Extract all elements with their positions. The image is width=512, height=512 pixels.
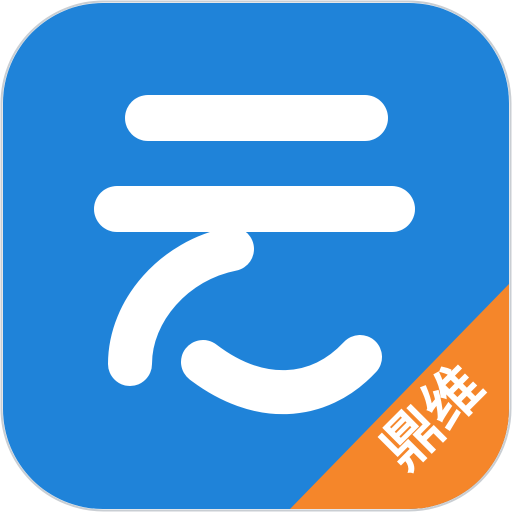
stage: 鼎维: [0, 0, 512, 512]
app-icon[interactable]: 鼎维: [0, 0, 512, 512]
app-icon-graphic: 鼎维: [0, 0, 512, 512]
